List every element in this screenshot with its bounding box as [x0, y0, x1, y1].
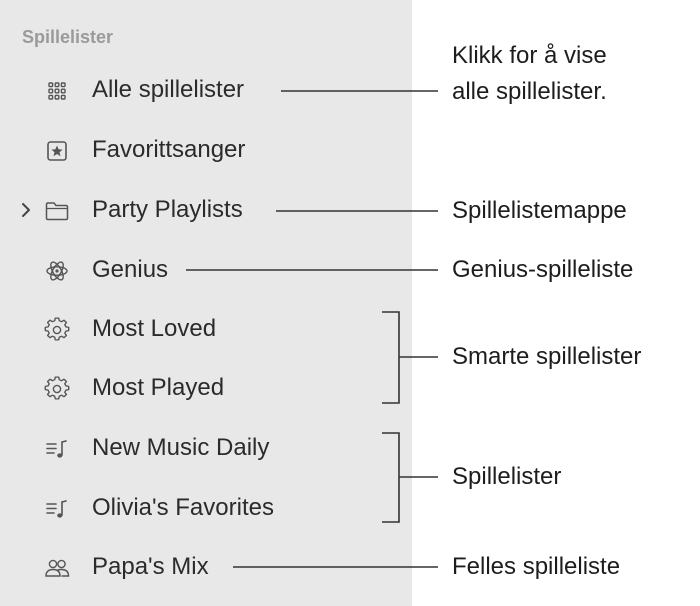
- callout-shared: Felles spilleliste: [452, 553, 621, 580]
- sidebar-item-label: Most Loved: [92, 315, 217, 342]
- sidebar-item-olivias-favorites[interactable]: Olivia's Favorites: [0, 488, 412, 528]
- sidebar-item-label: Papa's Mix: [92, 553, 209, 580]
- folder-icon: [44, 198, 70, 224]
- sidebar-item-genius[interactable]: Genius: [0, 250, 412, 290]
- smart-gear-icon: [44, 376, 70, 402]
- callout-smart: Smarte spillelister: [452, 343, 642, 370]
- sidebar: Spillelister Alle spillelister Favoritts…: [0, 0, 412, 606]
- sidebar-item-most-loved[interactable]: Most Loved: [0, 309, 412, 349]
- sidebar-item-label: Favorittsanger: [92, 136, 246, 163]
- callout-playlists: Spillelister: [452, 463, 562, 490]
- sidebar-item-label: New Music Daily: [92, 434, 270, 461]
- sidebar-item-most-played[interactable]: Most Played: [0, 368, 412, 408]
- sidebar-item-favorites[interactable]: Favorittsanger: [0, 130, 412, 170]
- section-header-playlists: Spillelister: [22, 27, 114, 47]
- sidebar-item-label: Party Playlists: [92, 196, 243, 223]
- sidebar-item-all-playlists[interactable]: Alle spillelister: [0, 70, 412, 110]
- sidebar-item-label: Alle spillelister: [92, 76, 245, 103]
- sidebar-item-new-music-daily[interactable]: New Music Daily: [0, 428, 412, 468]
- callout-all-playlists-line2: alle spillelister.: [452, 78, 607, 105]
- chevron-right-icon[interactable]: [20, 202, 32, 218]
- star-box-icon: [44, 138, 70, 164]
- smart-gear-icon: [44, 317, 70, 343]
- callout-folder: Spillelistemappe: [452, 197, 627, 224]
- sidebar-item-label: Genius: [92, 256, 169, 283]
- sidebar-item-label: Olivia's Favorites: [92, 494, 274, 521]
- people-icon: [44, 555, 70, 581]
- genius-atom-icon: [44, 258, 70, 284]
- playlist-note-icon: [44, 496, 70, 522]
- callout-genius: Genius-spilleliste: [452, 256, 634, 283]
- callout-all-playlists-line1: Klikk for å vise: [452, 42, 607, 69]
- sidebar-item-papas-mix[interactable]: Papa's Mix: [0, 547, 412, 587]
- playlist-note-icon: [44, 436, 70, 462]
- grid-icon: [44, 78, 70, 104]
- sidebar-item-party-playlists[interactable]: Party Playlists: [0, 190, 412, 230]
- sidebar-item-label: Most Played: [92, 374, 225, 401]
